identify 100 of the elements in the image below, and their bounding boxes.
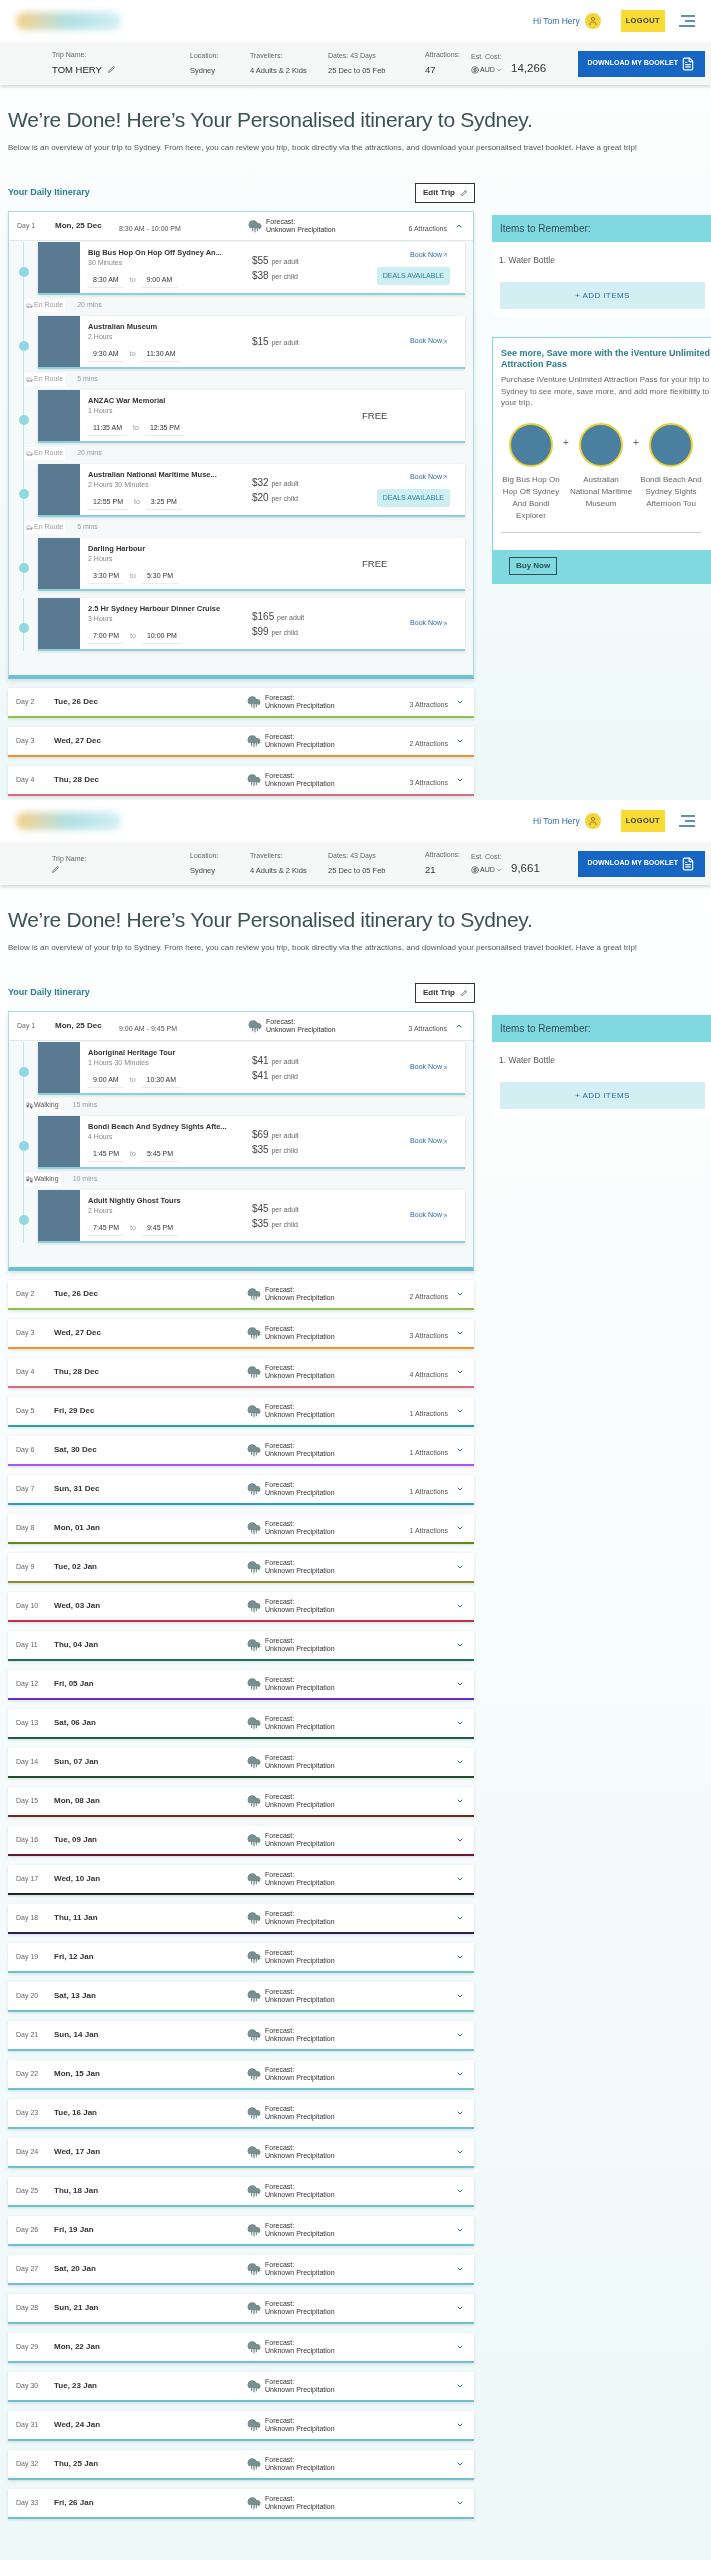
chevron-icon[interactable] bbox=[456, 2499, 464, 2507]
day-date: Thu, 28 Dec bbox=[54, 1366, 100, 1378]
edit-trip-button[interactable]: Edit Trip bbox=[415, 183, 475, 203]
day-date: Sat, 06 Jan bbox=[54, 1717, 97, 1729]
chevron-icon[interactable] bbox=[456, 1602, 464, 1610]
chevron-icon[interactable] bbox=[456, 2460, 464, 2468]
pencil-icon[interactable] bbox=[107, 66, 115, 74]
arrow-icon bbox=[442, 620, 448, 627]
chevron-icon[interactable] bbox=[456, 1758, 464, 1766]
rain-cloud-icon bbox=[247, 1365, 261, 1379]
photo-placeholder bbox=[38, 1116, 80, 1167]
menu-icon[interactable] bbox=[679, 15, 695, 27]
photo-placeholder bbox=[38, 464, 80, 515]
chevron-icon[interactable] bbox=[456, 1485, 464, 1493]
chevron-icon[interactable] bbox=[456, 737, 464, 745]
add-items-button[interactable]: + ADD ITEMS bbox=[500, 1082, 705, 1110]
rain-cloud-icon bbox=[247, 1950, 261, 1964]
photo-placeholder bbox=[509, 422, 553, 467]
day-date: Thu, 25 Jan bbox=[54, 2458, 99, 2470]
chevron-icon[interactable] bbox=[456, 2304, 464, 2312]
free-label: FREE bbox=[362, 557, 388, 570]
day-date: Mon, 25 Dec bbox=[55, 220, 103, 232]
rain-cloud-icon bbox=[247, 2379, 261, 2393]
chevron-icon[interactable] bbox=[456, 1914, 464, 1922]
menu-icon[interactable] bbox=[679, 815, 695, 827]
chevron-icon[interactable] bbox=[456, 2343, 464, 2351]
chevron-icon[interactable] bbox=[456, 1680, 464, 1688]
attractions-count: 47 bbox=[425, 62, 437, 77]
chevron-icon[interactable] bbox=[456, 776, 464, 784]
section-title: Your Daily Itinerary bbox=[8, 186, 90, 200]
chevron-icon[interactable] bbox=[456, 1836, 464, 1844]
chevron-icon[interactable] bbox=[456, 1407, 464, 1415]
day-date: Wed, 27 Dec bbox=[54, 1327, 102, 1339]
chevron-icon[interactable] bbox=[456, 2109, 464, 2117]
day-date: Thu, 04 Jan bbox=[54, 1639, 99, 1651]
day-date: Sat, 20 Jan bbox=[54, 2263, 97, 2275]
rain-cloud-icon bbox=[247, 2496, 261, 2510]
chevron-icon[interactable] bbox=[456, 1992, 464, 2000]
rain-cloud-icon bbox=[248, 219, 262, 233]
day-date: Sun, 07 Jan bbox=[54, 1756, 100, 1768]
day-date: Wed, 27 Dec bbox=[54, 735, 102, 747]
cost-value: 9,661 bbox=[511, 860, 541, 876]
intro-text: Below is an overview of your trip to Sydney. From here, you can review you trip, book directly via the attractions, and download your personalised travel booklet. Have a great trip! bbox=[8, 141, 639, 153]
day-date: Mon, 01 Jan bbox=[54, 1522, 101, 1534]
chevron-icon[interactable] bbox=[456, 2226, 464, 2234]
walking-icon bbox=[26, 1176, 33, 1183]
pass-attraction-name: Big Bus Hop On Hop Off Sydney And Bondi Explorer bbox=[501, 473, 561, 522]
day-date: Fri, 26 Jan bbox=[54, 2497, 95, 2509]
greeting-link[interactable]: Hi Tom Hery bbox=[533, 14, 580, 28]
chevron-icon[interactable] bbox=[456, 1953, 464, 1961]
chevron-icon[interactable] bbox=[455, 222, 463, 230]
chevron-icon[interactable] bbox=[456, 2070, 464, 2078]
chevron-icon[interactable] bbox=[456, 698, 464, 706]
rain-cloud-icon bbox=[247, 1872, 261, 1886]
pencil-icon[interactable] bbox=[461, 190, 467, 196]
rain-cloud-icon bbox=[247, 1482, 261, 1496]
chevron-icon[interactable] bbox=[456, 1329, 464, 1337]
greeting-link[interactable]: Hi Tom Hery bbox=[533, 814, 580, 828]
rain-cloud-icon bbox=[247, 1833, 261, 1847]
chevron-icon[interactable] bbox=[456, 2382, 464, 2390]
chevron-icon[interactable] bbox=[456, 1875, 464, 1883]
rain-cloud-icon bbox=[247, 2067, 261, 2081]
chevron-icon[interactable] bbox=[456, 1524, 464, 1532]
pencil-icon[interactable] bbox=[52, 866, 59, 874]
add-items-button[interactable]: + ADD ITEMS bbox=[500, 282, 705, 310]
day-date: Thu, 18 Jan bbox=[54, 2185, 99, 2197]
promo-text: Purchase iVenture Unlimited Attraction Pass for your trip to Sydney to see more, save more, and add more flexibility to your trip. bbox=[501, 374, 711, 409]
rain-cloud-icon bbox=[247, 1911, 261, 1925]
user-icon[interactable] bbox=[584, 813, 601, 829]
chevron-icon[interactable] bbox=[456, 1563, 464, 1571]
arrow-icon bbox=[442, 474, 448, 481]
chevron-icon[interactable] bbox=[456, 1290, 464, 1298]
chevron-icon[interactable] bbox=[456, 2421, 464, 2429]
chevron-icon[interactable] bbox=[455, 1022, 463, 1030]
chevron-icon[interactable] bbox=[456, 1719, 464, 1727]
chevron-icon[interactable] bbox=[456, 1797, 464, 1805]
rain-cloud-icon bbox=[247, 2145, 261, 2159]
day-date: Wed, 03 Jan bbox=[54, 1600, 102, 1612]
pencil-icon[interactable] bbox=[461, 990, 467, 996]
document-icon bbox=[681, 56, 695, 71]
day-date: Mon, 08 Jan bbox=[54, 1795, 101, 1807]
user-icon[interactable] bbox=[584, 13, 601, 29]
arrow-icon bbox=[442, 1064, 448, 1071]
chevron-icon[interactable] bbox=[456, 1368, 464, 1376]
day-date: Sun, 21 Jan bbox=[54, 2302, 100, 2314]
arrow-icon bbox=[442, 1212, 448, 1219]
rain-cloud-icon bbox=[247, 1794, 261, 1808]
edit-trip-button[interactable]: Edit Trip bbox=[415, 983, 475, 1003]
chevron-icon[interactable] bbox=[456, 1446, 464, 1454]
item-text: 1. Water Bottle bbox=[498, 254, 556, 267]
day-date: Fri, 19 Jan bbox=[54, 2224, 95, 2236]
chevron-icon[interactable] bbox=[456, 2148, 464, 2156]
chevron-icon[interactable] bbox=[456, 2187, 464, 2195]
chevron-icon[interactable] bbox=[456, 2265, 464, 2273]
photo-placeholder bbox=[38, 1042, 80, 1093]
items-title: Items to Remember: bbox=[492, 1015, 711, 1042]
chevron-icon[interactable] bbox=[456, 2031, 464, 2039]
rain-cloud-icon bbox=[247, 1716, 261, 1730]
chevron-icon[interactable] bbox=[456, 1641, 464, 1649]
buy-now-button[interactable]: Buy Now bbox=[509, 557, 558, 576]
